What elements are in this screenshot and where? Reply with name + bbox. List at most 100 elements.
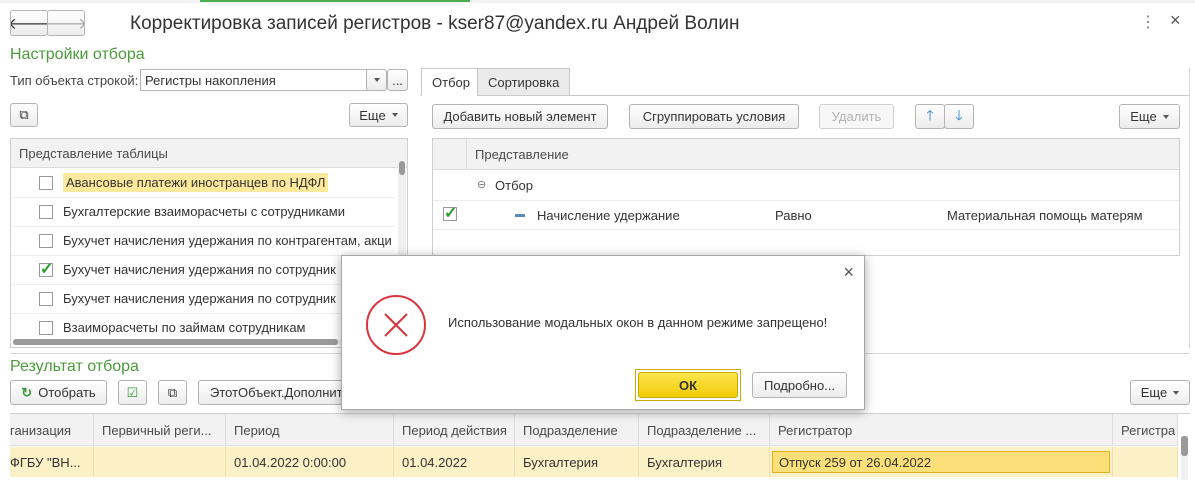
arrow-left-icon: 🡐	[11, 13, 47, 34]
selected-cell-value: Отпуск 259 от 26.04.2022	[772, 451, 1110, 473]
column-header[interactable]: Регистра	[1113, 414, 1178, 446]
checkbox[interactable]	[39, 292, 53, 306]
filter-table: Представление ⊖ Отбор Начисление удержан…	[432, 138, 1180, 256]
chevron-down-icon	[1173, 390, 1180, 395]
table-cell[interactable]	[94, 447, 226, 477]
details-button[interactable]: Подробно...	[752, 372, 847, 398]
active-tab-indicator	[200, 0, 470, 2]
list-item[interactable]: Бухгалтерские взаиморасчеты с сотрудника…	[11, 198, 395, 227]
add-element-button[interactable]: Добавить новый элемент	[432, 104, 608, 129]
copy-results-button[interactable]: ⧉	[158, 380, 187, 405]
arrow-right-icon: 🡒	[48, 13, 84, 34]
move-up-button[interactable]: 🡑	[915, 104, 945, 129]
checkbox-checked[interactable]	[39, 259, 53, 279]
chevron-down-icon	[391, 113, 398, 117]
results-scrollbar[interactable]	[1181, 436, 1188, 480]
table-cell-selected[interactable]: Отпуск 259 от 26.04.2022	[770, 447, 1113, 477]
filter-more-label: Еще	[1130, 109, 1157, 124]
scrollbar-thumb[interactable]	[399, 161, 405, 175]
error-dialog: × Использование модальных окон в данном …	[341, 255, 865, 410]
collapse-icon[interactable]: ⊖	[477, 178, 486, 191]
checkbox[interactable]	[39, 321, 53, 335]
list-more-label: Еще	[359, 107, 386, 123]
check-all-icon: ☑	[126, 384, 139, 400]
object-type-value: Регистры накопления	[145, 73, 276, 88]
scrollbar-thumb[interactable]	[1181, 436, 1188, 456]
copy-list-button[interactable]: ⧉	[10, 103, 38, 127]
more-vert-icon[interactable]: ⋮	[1140, 12, 1156, 32]
filter-table-header: Представление	[467, 139, 1179, 170]
list-item-label: Бухучет начисления удержания по контраге…	[63, 233, 392, 248]
select-records-button[interactable]: ↻ Отобрать	[10, 380, 107, 405]
column-header[interactable]: Период действия	[394, 414, 515, 446]
header-spacer	[433, 139, 467, 170]
group-conditions-button[interactable]: Сгруппировать условия	[629, 104, 799, 129]
delete-button[interactable]: Удалить	[819, 104, 894, 129]
scrollbar-thumb[interactable]	[13, 339, 338, 345]
list-more-button[interactable]: Еще	[349, 103, 408, 127]
column-header[interactable]: Первичный реги...	[94, 414, 226, 446]
forward-button[interactable]: 🡒	[47, 10, 85, 36]
condition-comparison: Равно	[775, 208, 812, 223]
column-header[interactable]: Подразделение ...	[639, 414, 770, 446]
close-window-icon[interactable]: ×	[1170, 10, 1181, 31]
results-more-label: Еще	[1140, 385, 1168, 400]
list-item[interactable]: Авансовые платежи иностранцев по НДФЛ	[11, 169, 395, 198]
checkbox[interactable]	[39, 176, 53, 190]
arrow-down-icon: 🡓	[955, 106, 963, 123]
move-down-button[interactable]: 🡓	[944, 104, 974, 129]
results-heading: Результат отбора	[10, 358, 139, 375]
column-header[interactable]: Период	[226, 414, 394, 446]
filter-more-button[interactable]: Еще	[1119, 104, 1180, 129]
list-item[interactable]: Бухучет начисления удержания по сотрудни…	[11, 256, 395, 285]
list-header: Представление таблицы	[11, 139, 407, 168]
top-strip	[0, 0, 1195, 3]
ok-button[interactable]: ОК	[638, 372, 738, 398]
filter-condition-row[interactable]: Начисление удержание Равно Материальная …	[433, 201, 1179, 230]
table-cell[interactable]: Бухгалтерия	[639, 447, 770, 477]
tab-sort[interactable]: Сортировка	[477, 68, 571, 96]
checkbox-checked[interactable]	[443, 203, 457, 223]
this-object-button[interactable]: ЭтотОбъект.Дополнит	[198, 380, 348, 405]
column-header[interactable]: Подразделение	[515, 414, 639, 446]
select-records-label: Отобрать	[38, 385, 96, 400]
object-type-dropdown[interactable]	[366, 69, 387, 91]
condition-icon	[515, 214, 525, 217]
list-item-label: Авансовые платежи иностранцев по НДФЛ	[63, 173, 329, 192]
object-type-field[interactable]: Регистры накопления	[140, 69, 368, 91]
ellipsis-icon: ...	[392, 72, 403, 88]
column-header[interactable]: Регистратор	[770, 414, 1113, 446]
object-type-label: Тип объекта строкой:	[10, 73, 139, 88]
copy-icon: ⧉	[167, 384, 178, 400]
arrow-up-icon: 🡑	[926, 106, 934, 123]
table-cell[interactable]: Бухгалтерия	[515, 447, 639, 477]
checkbox[interactable]	[39, 205, 53, 219]
refresh-icon: ↻	[21, 384, 33, 400]
filter-group-label: Отбор	[495, 178, 533, 193]
filter-group-row[interactable]: ⊖ Отбор	[433, 171, 1179, 201]
table-cell[interactable]: 01.04.2022	[394, 447, 515, 477]
check-all-button[interactable]: ☑	[118, 380, 147, 405]
table-cell[interactable]	[1113, 447, 1178, 477]
column-header[interactable]: ганизация	[10, 414, 94, 446]
list-item[interactable]: Бухучет начисления удержания по сотрудни…	[11, 285, 395, 314]
filter-settings-heading: Настройки отбора	[10, 46, 145, 63]
error-icon	[366, 295, 426, 355]
copy-icon: ⧉	[19, 107, 29, 122]
table-cell[interactable]: ФГБУ "ВН...	[10, 447, 94, 477]
results-more-button[interactable]: Еще	[1130, 380, 1190, 405]
window-title: Корректировка записей регистров - kser87…	[130, 13, 740, 34]
checkbox[interactable]	[39, 234, 53, 248]
back-button[interactable]: 🡐	[10, 10, 48, 36]
object-type-select-button[interactable]: ...	[387, 69, 408, 91]
list-item[interactable]: Бухучет начисления удержания по контраге…	[11, 227, 395, 256]
list-item-label: Бухгалтерские взаиморасчеты с сотрудника…	[63, 204, 345, 219]
close-dialog-icon[interactable]: ×	[843, 262, 854, 283]
tab-filter[interactable]: Отбор	[421, 68, 481, 96]
chevron-down-icon	[373, 78, 380, 82]
panel-border	[1189, 68, 1190, 348]
dialog-message: Использование модальных окон в данном ре…	[448, 315, 828, 330]
results-table: ганизация Первичный реги... Период Перио…	[10, 413, 1190, 480]
chevron-down-icon	[1162, 114, 1169, 119]
table-cell[interactable]: 01.04.2022 0:00:00	[226, 447, 394, 477]
